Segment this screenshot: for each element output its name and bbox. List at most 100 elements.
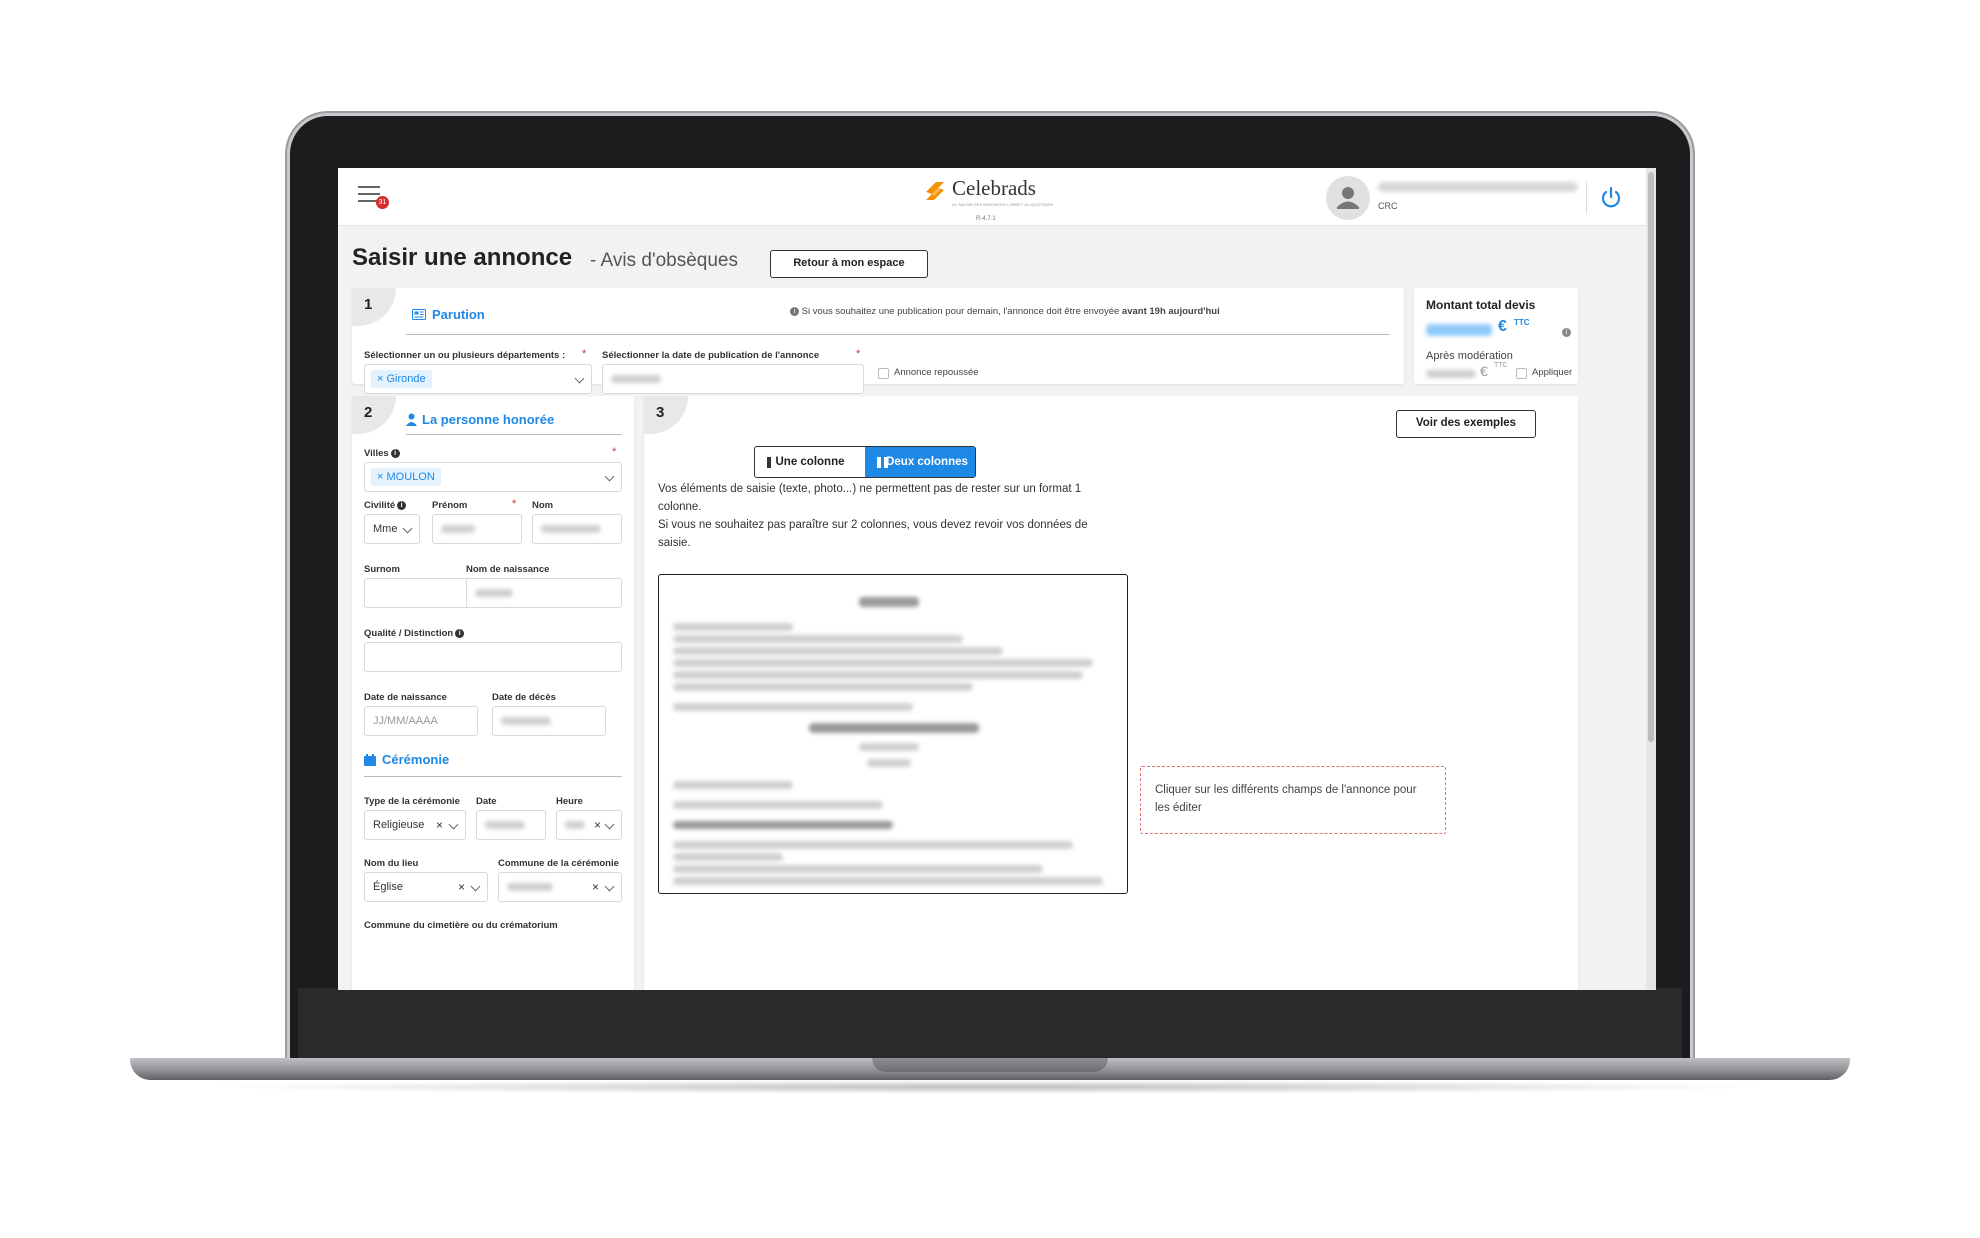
user-email-redacted (1378, 182, 1578, 192)
ceremonie-date-label: Date (476, 796, 497, 807)
two-columns-option[interactable]: Deux colonnes (865, 447, 975, 477)
postponed-checkbox[interactable] (878, 368, 889, 379)
info-icon[interactable]: i (397, 500, 407, 510)
laptop-shadow (200, 1080, 1780, 1094)
heure-select[interactable]: × (556, 810, 622, 840)
civilite-label: Civilité i (364, 500, 407, 511)
department-chip[interactable]: × Gironde (371, 370, 432, 388)
clear-icon[interactable]: × (594, 811, 601, 839)
vertical-scrollbar[interactable] (1646, 168, 1656, 990)
chevron-down-icon[interactable] (470, 881, 481, 892)
header-divider (1586, 182, 1587, 214)
notification-badge[interactable]: 31 (376, 196, 389, 209)
back-to-space-button[interactable]: Retour à mon espace (770, 250, 928, 278)
after-moderation-label: Après modération (1426, 350, 1513, 362)
chevron-down-icon[interactable] (574, 373, 585, 384)
type-ceremonie-label: Type de la cérémonie (364, 796, 460, 807)
moderated-ttc: TTC (1494, 362, 1508, 369)
layout-warning: Vos éléments de saisie (texte, photo...)… (658, 480, 1118, 552)
type-ceremonie-select[interactable]: Religieuse × (364, 810, 466, 840)
apply-label: Appliquer (1532, 367, 1573, 378)
required-marker: * (512, 498, 517, 510)
civilite-value: Mme (373, 523, 398, 535)
info-notice-text: Si vous souhaitez une publication pour d… (801, 306, 1120, 317)
preview-line (673, 635, 963, 643)
preview-line (673, 865, 1043, 873)
clear-icon[interactable]: × (436, 811, 443, 839)
brand-logo[interactable]: Celebrads LE SAVOIR DES ANNONCES L'ARRET… (922, 176, 1062, 216)
preview-line (673, 659, 1093, 667)
nom-naissance-label: Nom de naissance (466, 564, 550, 575)
department-chip-label: Gironde (386, 373, 426, 385)
villes-label-text: Villes (364, 448, 389, 459)
section-rule (406, 434, 622, 435)
step-number: 3 (644, 396, 688, 434)
commune-ceremonie-select[interactable]: × (498, 872, 622, 902)
commune-ceremonie-label: Commune de la cérémonie (498, 858, 619, 869)
laptop-bezel (298, 988, 1682, 1058)
chevron-down-icon[interactable] (402, 523, 413, 534)
nom-naissance-input[interactable] (466, 578, 622, 608)
ville-chip[interactable]: × MOULON (371, 468, 441, 486)
brand-name: Celebrads (952, 176, 1036, 200)
publication-date-input[interactable] (602, 364, 864, 394)
prenom-label: Prénom (432, 500, 468, 511)
info-notice-deadline: avant 19h aujourd'hui (1121, 306, 1220, 317)
chevron-down-icon[interactable] (604, 819, 615, 830)
publication-date-label: Sélectionner la date de publication de l… (602, 350, 820, 361)
preview-name-redacted (809, 723, 979, 733)
nom-lieu-select[interactable]: Église × (364, 872, 488, 902)
announcement-preview[interactable] (658, 574, 1128, 894)
person-icon (406, 413, 417, 426)
prenom-input[interactable] (432, 514, 522, 544)
total-currency: € (1498, 318, 1507, 335)
chevron-down-icon[interactable] (448, 819, 459, 830)
two-columns-icon (877, 457, 888, 468)
date-naissance-input[interactable]: JJ/MM/AAAA (364, 706, 478, 736)
preview-line (867, 759, 911, 767)
info-icon[interactable]: i (455, 628, 465, 638)
departments-select[interactable]: × Gironde (364, 364, 592, 394)
qualite-input[interactable] (364, 642, 622, 672)
info-icon[interactable]: i (390, 448, 400, 458)
page-title: Saisir une annonce (352, 244, 573, 271)
ceremonie-date-input[interactable] (476, 810, 546, 840)
section-rule (406, 334, 1390, 335)
type-ceremonie-value: Religieuse (373, 819, 425, 831)
heure-label: Heure (556, 796, 583, 807)
total-quote-card: Montant total devis € TTC i Après modéra… (1414, 288, 1578, 384)
clear-icon[interactable]: × (458, 873, 465, 901)
see-examples-button[interactable]: Voir des exemples (1396, 410, 1536, 438)
screen: 31 Celebrads LE SAVOIR DES ANNONCES L'AR… (338, 168, 1656, 990)
user-icon (1337, 187, 1359, 209)
date-deces-input[interactable] (492, 706, 606, 736)
newspaper-icon (412, 309, 426, 320)
preview-line (673, 841, 1073, 849)
surnom-input[interactable] (364, 578, 478, 608)
section-title-parution: Parution (432, 307, 485, 322)
chevron-down-icon[interactable] (604, 471, 615, 482)
edit-hint: Cliquer sur les différents champs de l'a… (1140, 766, 1446, 834)
power-logout-icon[interactable] (1600, 186, 1622, 208)
preview-line (673, 623, 793, 631)
scrollbar-thumb[interactable] (1648, 172, 1654, 742)
info-icon: i (790, 306, 799, 316)
villes-select[interactable]: × MOULON (364, 462, 622, 492)
user-avatar[interactable] (1326, 176, 1370, 220)
civilite-select[interactable]: Mme (364, 514, 420, 544)
preview-line (673, 647, 1003, 655)
apply-moderation-checkbox[interactable] (1516, 368, 1527, 379)
chevron-down-icon[interactable] (604, 881, 615, 892)
one-column-option[interactable]: Une colonne (755, 447, 865, 477)
nom-input[interactable] (532, 514, 622, 544)
date-deces-label: Date de décès (492, 692, 556, 703)
clear-icon[interactable]: × (592, 873, 599, 901)
nom-lieu-label: Nom du lieu (364, 858, 419, 869)
step3-card: 3 Voir des exemples Une colonne Deux col… (644, 396, 1578, 990)
preview-line (859, 743, 919, 751)
total-info-icon[interactable]: i (1562, 328, 1571, 337)
preview-line (673, 877, 1103, 885)
brand-tagline: LE SAVOIR DES ANNONCES L'ARRET AU QUOTID… (952, 202, 1054, 207)
app-version: R-4.7.1 (976, 216, 996, 222)
user-role: CRC (1378, 201, 1398, 211)
